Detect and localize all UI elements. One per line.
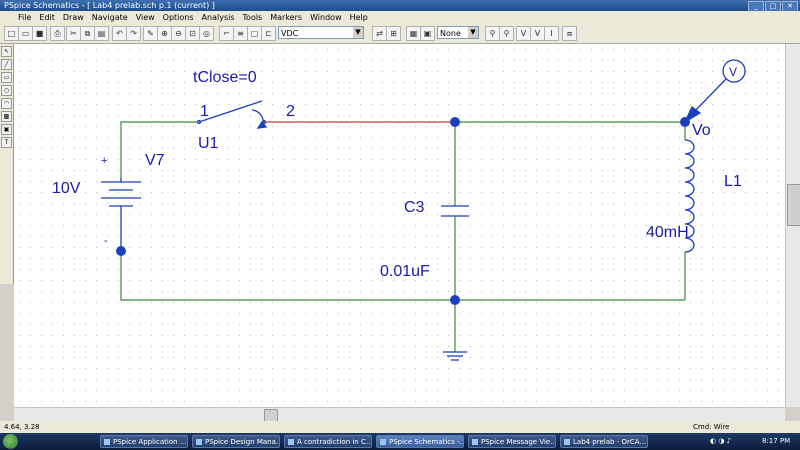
toolbar: □ ▭ ■ ⎙ ✂ ⧉ ▤ ↶ ↷ ✎ ⊕ ⊖ ⊡ ◎ ⌐ ≡ ▢ ⊏ VDC … bbox=[0, 24, 800, 44]
cursor-coordinates: 4.64, 3.28 bbox=[4, 423, 40, 431]
vertical-scroll-thumb[interactable] bbox=[787, 184, 800, 226]
part-combo[interactable]: VDC ▼ bbox=[278, 26, 364, 39]
taskbar-clock[interactable]: 8:17 PM bbox=[762, 433, 790, 450]
menu-help[interactable]: Help bbox=[346, 11, 372, 24]
junction-bottom[interactable] bbox=[450, 295, 460, 305]
switch-ref-label[interactable]: U1 bbox=[198, 135, 219, 152]
junction-vo[interactable] bbox=[680, 117, 690, 127]
switch-pin1-label: 1 bbox=[200, 103, 209, 120]
zoom-area-icon[interactable]: ⊡ bbox=[185, 26, 200, 41]
arc-icon[interactable]: ◠ bbox=[1, 98, 12, 109]
cut-icon[interactable]: ✂ bbox=[66, 26, 81, 41]
menu-draw[interactable]: Draw bbox=[59, 11, 88, 24]
menu-options[interactable]: Options bbox=[159, 11, 198, 24]
text-icon[interactable]: T bbox=[1, 137, 12, 148]
menu-navigate[interactable]: Navigate bbox=[88, 11, 132, 24]
marker-settings-icon[interactable]: ⧈ bbox=[562, 26, 577, 41]
zoom-combo[interactable]: None ▼ bbox=[437, 26, 479, 39]
menu-view[interactable]: View bbox=[132, 11, 159, 24]
line-icon[interactable]: ╱ bbox=[1, 59, 12, 70]
print-icon[interactable]: ⎙ bbox=[50, 26, 65, 41]
circle-icon[interactable]: ○ bbox=[1, 85, 12, 96]
source-ref-label[interactable]: V7 bbox=[145, 152, 165, 169]
start-button-icon[interactable] bbox=[3, 434, 18, 449]
vertical-scrollbar[interactable] bbox=[785, 44, 800, 407]
part-combo-value: VDC bbox=[281, 29, 299, 38]
color-icon[interactable]: ▩ bbox=[1, 111, 12, 122]
voltage-diff-marker-icon[interactable]: V bbox=[530, 26, 545, 41]
horizontal-scrollbar[interactable] bbox=[14, 407, 785, 422]
task-pspice-application[interactable]: PSpice Application ... bbox=[100, 435, 188, 448]
system-tray-icons[interactable]: ◐ ◑ ♪ bbox=[710, 437, 731, 445]
attribute-icon[interactable]: ⇄ bbox=[372, 26, 387, 41]
inductor-value-label[interactable]: 40mH bbox=[646, 224, 689, 241]
current-marker-icon[interactable]: ⚲ bbox=[499, 26, 514, 41]
menu-edit[interactable]: Edit bbox=[35, 11, 59, 24]
menu-tools[interactable]: Tools bbox=[239, 11, 267, 24]
save-icon[interactable]: ■ bbox=[32, 26, 47, 41]
task-pspice-message-viewer[interactable]: PSpice Message Vie... bbox=[468, 435, 556, 448]
switch-param-label[interactable]: tClose=0 bbox=[193, 69, 257, 86]
copy-icon[interactable]: ⧉ bbox=[80, 26, 95, 41]
task-pspice-design-manager[interactable]: PSpice Design Mana... bbox=[192, 435, 280, 448]
capacitor-value-label[interactable]: 0.01uF bbox=[380, 263, 430, 280]
left-toolbar: ↖ ╱ ▭ ○ ◠ ▩ ▣ T bbox=[0, 44, 14, 284]
inductor-ref-label[interactable]: L1 bbox=[724, 173, 742, 190]
menu-bar: File Edit Draw Navigate View Options Analysis T… bbox=[0, 11, 800, 24]
open-icon[interactable]: ▭ bbox=[18, 26, 33, 41]
junction-top[interactable] bbox=[450, 117, 460, 127]
node-label-vo[interactable]: Vo bbox=[692, 122, 711, 139]
new-icon[interactable]: □ bbox=[4, 26, 19, 41]
zoom-out-icon[interactable]: ⊖ bbox=[171, 26, 186, 41]
capacitor-ref-label[interactable]: C3 bbox=[404, 199, 425, 216]
schematic-drawing: tClose=0 1 2 U1 V7 10V + - C3 0.01uF L1 … bbox=[52, 59, 746, 361]
draw-wire-icon[interactable]: ✎ bbox=[143, 26, 158, 41]
zoom-combo-value: None bbox=[440, 29, 461, 38]
status-bar: 4.64, 3.28 Cmd: Wire bbox=[0, 421, 800, 433]
voltage-marker-stem bbox=[691, 78, 727, 115]
undo-icon[interactable]: ↶ bbox=[112, 26, 127, 41]
title-bar: PSpice Schematics - [ Lab4 prelab.sch p.… bbox=[0, 0, 800, 12]
source-value-label[interactable]: 10V bbox=[52, 180, 81, 197]
image-icon[interactable]: ▣ bbox=[1, 124, 12, 135]
marker-icon[interactable]: I bbox=[544, 26, 559, 41]
probe-icon[interactable]: ⚲ bbox=[485, 26, 500, 41]
redo-icon[interactable]: ↷ bbox=[126, 26, 141, 41]
chevron-down-icon[interactable]: ▼ bbox=[468, 27, 478, 38]
schematic-canvas[interactable]: tClose=0 1 2 U1 V7 10V + - C3 0.01uF L1 … bbox=[14, 44, 785, 407]
wire-left-top[interactable] bbox=[120, 121, 197, 178]
chevron-down-icon[interactable]: ▼ bbox=[353, 27, 363, 38]
zoom-fit-icon[interactable]: ◎ bbox=[199, 26, 214, 41]
command-status: Cmd: Wire bbox=[693, 423, 730, 431]
switch-pin2-label: 2 bbox=[286, 103, 295, 120]
junction-source[interactable] bbox=[116, 246, 126, 256]
setup-icon[interactable]: ⊞ bbox=[386, 26, 401, 41]
menu-file[interactable]: File bbox=[0, 11, 35, 24]
select-icon[interactable]: ↖ bbox=[1, 46, 12, 57]
voltage-marker-icon[interactable]: V bbox=[516, 26, 531, 41]
paste-icon[interactable]: ▤ bbox=[94, 26, 109, 41]
block-icon[interactable]: ▢ bbox=[247, 26, 262, 41]
source-plus-label: + bbox=[101, 155, 107, 167]
task-orcad[interactable]: Lab4 prelab - OrCA... bbox=[560, 435, 648, 448]
task-pspice-schematics[interactable]: PSpice Schematics -... bbox=[376, 435, 464, 448]
menu-window[interactable]: Window bbox=[306, 11, 346, 24]
part-icon[interactable]: ⊏ bbox=[261, 26, 276, 41]
simulate-icon[interactable]: ▦ bbox=[406, 26, 421, 41]
source-minus-label: - bbox=[104, 235, 108, 247]
zoom-in-icon[interactable]: ⊕ bbox=[157, 26, 172, 41]
voltage-marker-label: V bbox=[729, 65, 737, 79]
menu-analysis[interactable]: Analysis bbox=[198, 11, 239, 24]
task-browser[interactable]: A contradiction in C... bbox=[284, 435, 372, 448]
taskbar: PSpice Application ... PSpice Design Man… bbox=[0, 433, 800, 450]
menu-markers[interactable]: Markers bbox=[266, 11, 306, 24]
window-title: PSpice Schematics - [ Lab4 prelab.sch p.… bbox=[4, 1, 215, 10]
redraw-icon[interactable]: ▣ bbox=[420, 26, 435, 41]
wire-icon[interactable]: ⌐ bbox=[219, 26, 234, 41]
bus-icon[interactable]: ≡ bbox=[233, 26, 248, 41]
rectangle-icon[interactable]: ▭ bbox=[1, 72, 12, 83]
